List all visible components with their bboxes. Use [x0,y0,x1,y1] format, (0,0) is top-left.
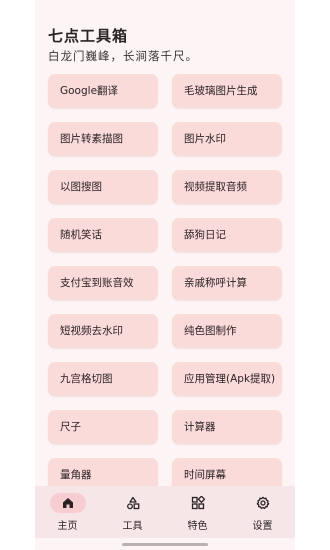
nav-label-settings: 设置 [252,521,273,532]
nav-icon-wrap [245,493,281,513]
gear-icon [256,496,269,510]
nav-label-features: 特色 [187,521,208,532]
tool-calculator[interactable]: 计算器 [172,410,282,444]
tool-relative-calculator[interactable]: 亲戚称呼计算 [172,266,282,300]
nav-label-tools: 工具 [122,521,143,532]
nav-item-features[interactable]: 特色 [165,486,230,538]
home-icon [62,498,73,508]
tool-video-remove-watermark[interactable]: 短视频去水印 [48,314,158,348]
nav-label-home: 主页 [57,521,78,532]
nav-item-settings[interactable]: 设置 [230,486,295,538]
tool-protractor[interactable]: 量角器 [48,458,158,486]
tool-solid-color-image[interactable]: 纯色图制作 [172,314,282,348]
tool-diary[interactable]: 舔狗日记 [172,218,282,252]
gesture-bar[interactable] [122,543,208,546]
bottom-navigation: 主页 工具 特色 设置 [35,486,295,538]
tool-frosted-glass-image[interactable]: 毛玻璃图片生成 [172,74,282,108]
tool-grid: Google翻译 毛玻璃图片生成 图片转素描图 图片水印 以图搜图 视频提取音频… [0,0,330,486]
tool-video-extract-audio[interactable]: 视频提取音频 [172,170,282,204]
nav-item-tools[interactable]: 工具 [100,486,165,538]
widgets-icon [191,496,205,510]
tool-reverse-image-search[interactable]: 以图搜图 [48,170,158,204]
tool-ruler[interactable]: 尺子 [48,410,158,444]
tool-image-watermark[interactable]: 图片水印 [172,122,282,156]
shapes-icon [126,496,139,510]
tool-alipay-sound[interactable]: 支付宝到账音效 [48,266,158,300]
tool-time-screen[interactable]: 时间屏幕 [172,458,282,486]
tool-image-to-sketch[interactable]: 图片转素描图 [48,122,158,156]
nav-icon-wrap [115,493,151,513]
nav-item-home[interactable]: 主页 [35,486,100,538]
nav-icon-wrap [180,493,216,513]
tool-nine-grid-cut[interactable]: 九宫格切图 [48,362,158,396]
nav-indicator [49,493,86,513]
tool-random-joke[interactable]: 随机笑话 [48,218,158,252]
tool-app-manager[interactable]: 应用管理(Apk提取) [172,362,282,396]
tool-google-translate[interactable]: Google翻译 [48,74,158,108]
